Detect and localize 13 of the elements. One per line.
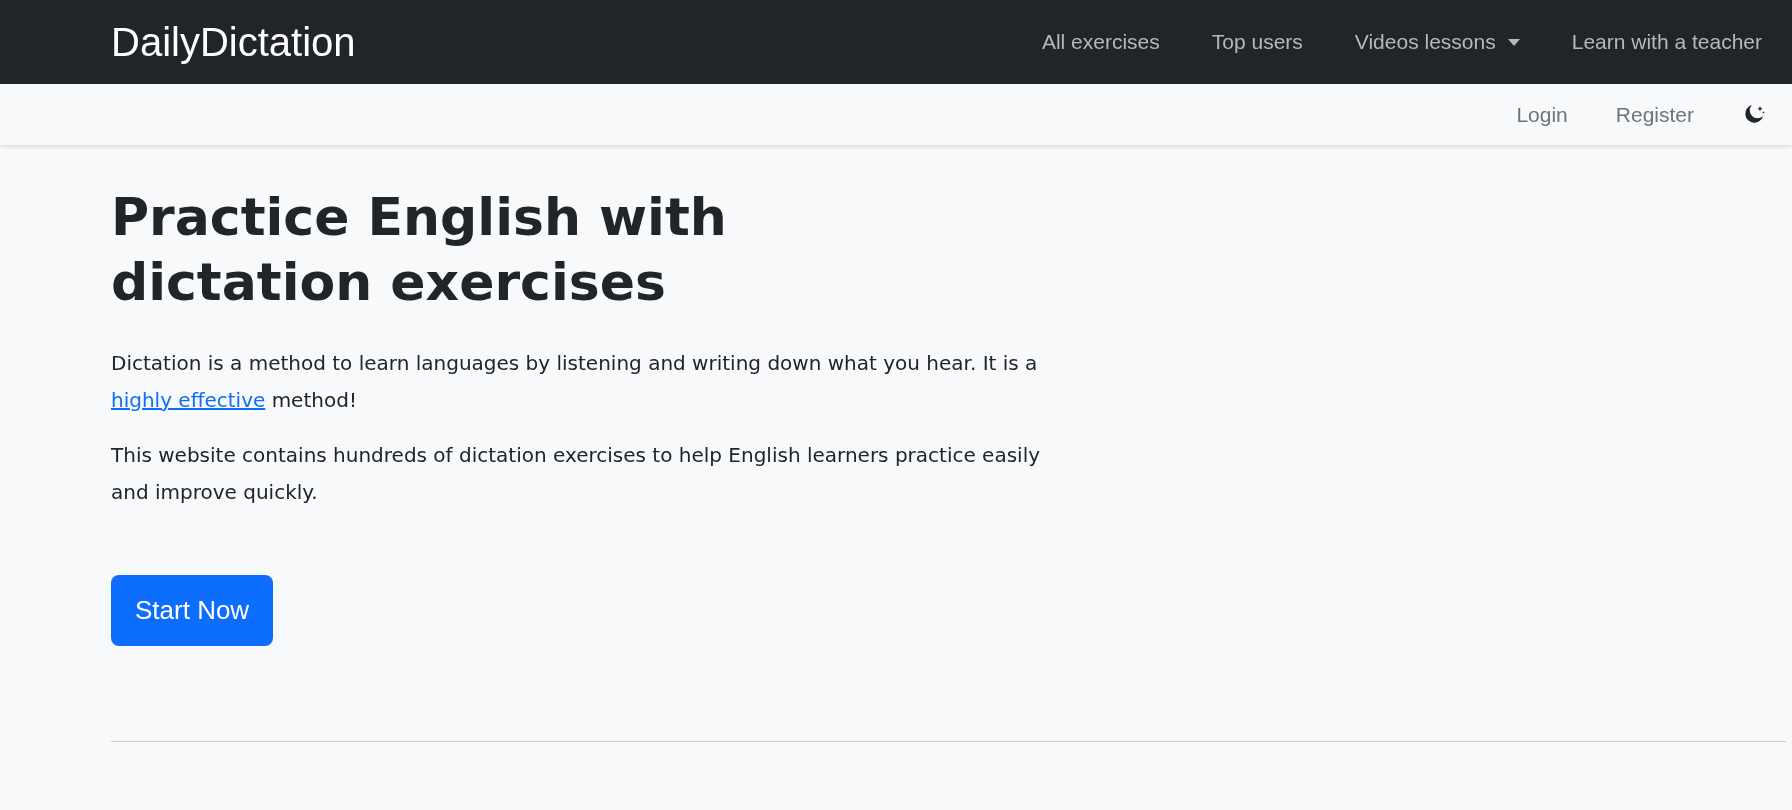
inline-link[interactable]: highly effective: [111, 388, 266, 412]
nav-link[interactable]: All exercises: [1041, 26, 1160, 58]
nav-link[interactable]: Learn with a teacher: [1571, 26, 1762, 58]
nav-dropdown[interactable]: Videos lessons: [1354, 26, 1520, 58]
auth-link[interactable]: Login: [1516, 98, 1568, 131]
hero-title: Practice English with dictation exercises: [111, 186, 728, 314]
auth-link[interactable]: Register: [1615, 98, 1694, 131]
hero-paragraph: This website contains hundreds of dictation exercises to help English learners practice easily and improve quickly.: [111, 442, 1042, 506]
caret-icon: [1507, 38, 1520, 46]
start-now-button[interactable]: Start Now: [111, 575, 274, 646]
hero-paragraph: Dictation is a method to learn languages by listening and writing down what you hear. It is a highly effective method!: [111, 350, 1039, 414]
nav-link[interactable]: Top users: [1211, 26, 1303, 58]
brand-logo[interactable]: DailyDictation: [111, 12, 356, 72]
